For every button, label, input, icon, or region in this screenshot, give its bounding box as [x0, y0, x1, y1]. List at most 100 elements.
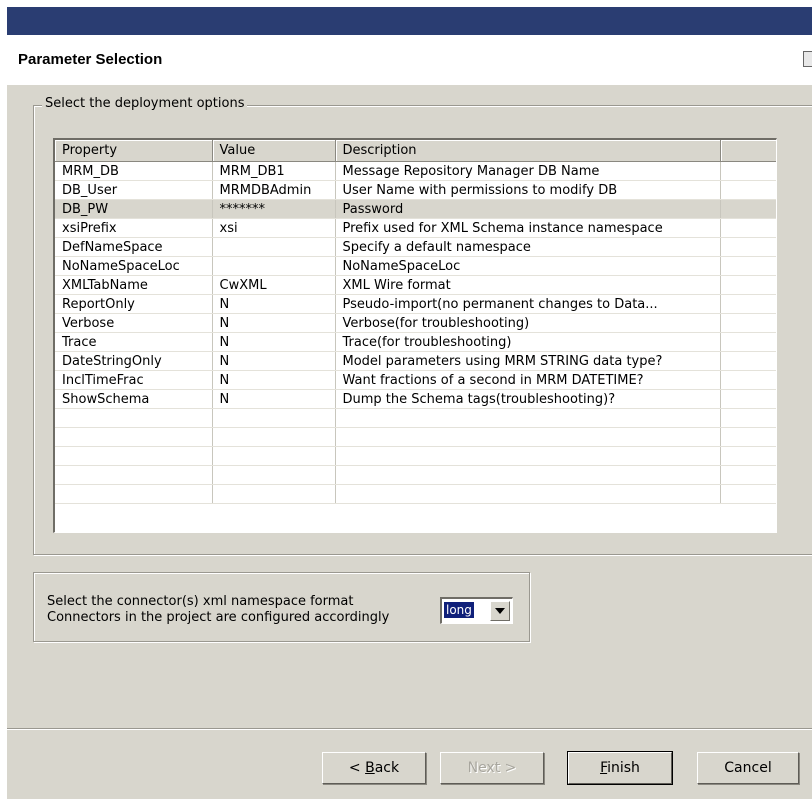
cell-filler	[720, 389, 776, 409]
namespace-format-text: Select the connector(s) xml namespace fo…	[47, 594, 389, 626]
cell-property: NoNameSpaceLoc	[55, 256, 213, 276]
table-row[interactable]: DB_User MRMDBAdmin User Name with permissi…	[55, 180, 776, 200]
back-button[interactable]: < Back	[322, 752, 426, 784]
cell-value	[212, 446, 336, 466]
cell-description	[335, 465, 721, 485]
cell-value: *******	[212, 199, 336, 219]
cell-property: DB_User	[55, 180, 213, 200]
cell-value	[212, 427, 336, 447]
table-row[interactable]: DateStringOnly N Model parameters using MR…	[55, 351, 776, 371]
table-row[interactable]: xsiPrefix xsi Prefix used for XML Schema i…	[55, 218, 776, 238]
table-row[interactable]	[55, 465, 776, 485]
table-row[interactable]: InclTimeFrac N Want fractions of a second …	[55, 370, 776, 390]
cell-filler	[720, 237, 776, 257]
page-title: Parameter Selection	[18, 51, 163, 68]
column-header-filler	[720, 140, 776, 162]
cell-value	[212, 408, 336, 428]
cell-description: Verbose(for troubleshooting)	[335, 313, 721, 333]
finish-button[interactable]: Finish	[567, 751, 673, 785]
cell-value: N	[212, 313, 336, 333]
table-row[interactable]: MRM_DB MRM_DB1 Message Repository Manager …	[55, 161, 776, 181]
table-row[interactable]: DefNameSpace Specify a default namespace	[55, 237, 776, 257]
cell-description: Dump the Schema tags(troubleshooting)?	[335, 389, 721, 409]
cell-value: N	[212, 370, 336, 390]
dropdown-arrow-icon[interactable]	[490, 601, 510, 621]
cell-value: xsi	[212, 218, 336, 238]
cell-value	[212, 465, 336, 485]
cell-property: Trace	[55, 332, 213, 352]
window-title-bar	[0, 0, 812, 35]
table-row[interactable]: XMLTabName CwXML XML Wire format	[55, 275, 776, 295]
table-body: MRM_DB MRM_DB1 Message Repository Manager …	[55, 161, 776, 504]
column-header-description[interactable]: Description	[335, 140, 721, 162]
cell-filler	[720, 351, 776, 371]
parameter-table: Property Value Description MRM_DB MRM_DB1…	[55, 140, 776, 504]
cell-filler	[720, 408, 776, 428]
cell-property: Verbose	[55, 313, 213, 333]
cell-property	[55, 484, 213, 504]
cell-property: XMLTabName	[55, 275, 213, 295]
cell-value: MRMDBAdmin	[212, 180, 336, 200]
cell-filler	[720, 275, 776, 295]
namespace-format-select[interactable]: long	[440, 597, 513, 624]
table-row[interactable]	[55, 408, 776, 428]
table-row[interactable]: DB_PW ******* Password	[55, 199, 776, 219]
cell-property: DateStringOnly	[55, 351, 213, 371]
cell-property: DB_PW	[55, 199, 213, 219]
cell-description: Specify a default namespace	[335, 237, 721, 257]
table-row[interactable]	[55, 427, 776, 447]
cell-value	[212, 237, 336, 257]
column-header-value[interactable]: Value	[212, 140, 336, 162]
cell-description: Message Repository Manager DB Name	[335, 161, 721, 181]
cell-property: InclTimeFrac	[55, 370, 213, 390]
cell-filler	[720, 370, 776, 390]
deployment-options-label: Select the deployment options	[42, 96, 248, 111]
cell-description: Want fractions of a second in MRM DATETI…	[335, 370, 721, 390]
cell-property	[55, 427, 213, 447]
restore-icon[interactable]	[803, 51, 812, 67]
table-row[interactable]: ReportOnly N Pseudo-import(no permanent ch…	[55, 294, 776, 314]
cell-value	[212, 256, 336, 276]
back-prefix: <	[348, 760, 366, 776]
cell-description: Model parameters using MRM STRING data t…	[335, 351, 721, 371]
cell-description	[335, 446, 721, 466]
cell-filler	[720, 199, 776, 219]
cell-filler	[720, 465, 776, 485]
cell-property: ShowSchema	[55, 389, 213, 409]
cell-description: Password	[335, 199, 721, 219]
cell-value: N	[212, 332, 336, 352]
cell-property: xsiPrefix	[55, 218, 213, 238]
cell-description: NoNameSpaceLoc	[335, 256, 721, 276]
table-row[interactable]	[55, 484, 776, 504]
cell-property: ReportOnly	[55, 294, 213, 314]
table-row[interactable]: ShowSchema N Dump the Schema tags(troubles…	[55, 389, 776, 409]
next-button[interactable]: Next >	[440, 752, 544, 784]
cell-property: MRM_DB	[55, 161, 213, 181]
namespace-format-note: Connectors in the project are configured…	[47, 610, 390, 625]
cell-description: Trace(for troubleshooting)	[335, 332, 721, 352]
table-row[interactable]: Trace N Trace(for troubleshooting)	[55, 332, 776, 352]
finish-rest: inish	[607, 760, 640, 776]
cell-value: N	[212, 351, 336, 371]
namespace-format-label: Select the connector(s) xml namespace fo…	[47, 594, 354, 609]
cell-filler	[720, 256, 776, 276]
table-row[interactable]: Verbose N Verbose(for troubleshooting)	[55, 313, 776, 333]
cell-value	[212, 484, 336, 504]
cell-value: MRM_DB1	[212, 161, 336, 181]
title-bar-fill	[7, 7, 812, 35]
cell-description: Pseudo-import(no permanent changes to Da…	[335, 294, 721, 314]
cell-property: DefNameSpace	[55, 237, 213, 257]
cell-property	[55, 465, 213, 485]
cell-filler	[720, 294, 776, 314]
namespace-format-value: long	[444, 602, 474, 618]
parameter-grid[interactable]: Property Value Description MRM_DB MRM_DB1…	[53, 138, 777, 533]
table-row[interactable]	[55, 446, 776, 466]
cell-filler	[720, 332, 776, 352]
cell-value: CwXML	[212, 275, 336, 295]
cell-value: N	[212, 389, 336, 409]
cancel-button[interactable]: Cancel	[697, 752, 799, 784]
cell-description: User Name with permissions to modify DB	[335, 180, 721, 200]
column-header-property[interactable]: Property	[55, 140, 213, 162]
table-row[interactable]: NoNameSpaceLoc NoNameSpaceLoc	[55, 256, 776, 276]
cell-filler	[720, 427, 776, 447]
